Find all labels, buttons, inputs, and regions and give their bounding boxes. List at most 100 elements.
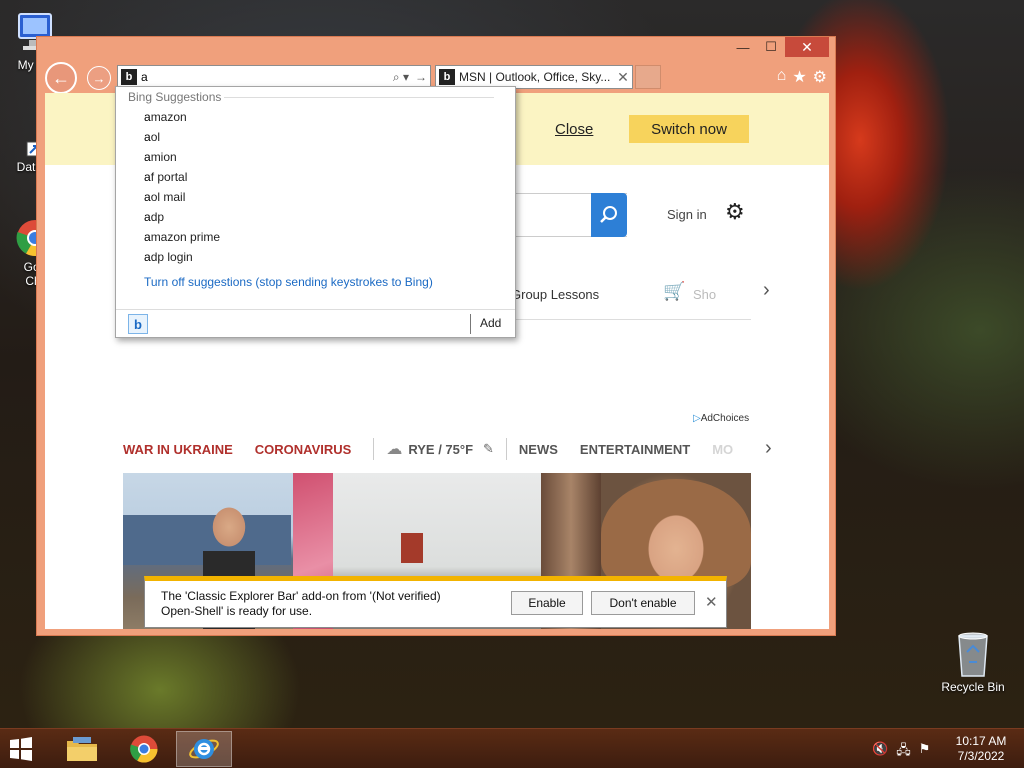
group-lessons-link[interactable]: Group Lessons	[511, 287, 599, 302]
suggestion-rest: mazon	[150, 110, 187, 124]
favorites-star-icon[interactable]: ★	[792, 67, 806, 87]
banner-close-link[interactable]: Close	[555, 121, 593, 138]
home-icon[interactable]: ⌂	[777, 67, 787, 87]
nav-news[interactable]: NEWS	[519, 442, 558, 457]
suggestion-item[interactable]: adp login	[144, 248, 193, 266]
nav-coronavirus[interactable]: CORONAVIRUS	[255, 442, 352, 457]
suggestion-item[interactable]: af portal	[144, 168, 187, 186]
divider	[470, 314, 471, 334]
suggestion-item[interactable]: amion	[144, 148, 177, 166]
bing-logo-icon: b	[121, 69, 137, 85]
new-tab-button[interactable]	[635, 65, 661, 89]
settings-gear-icon[interactable]: ⚙	[725, 199, 745, 225]
close-icon[interactable]: ✕	[705, 593, 718, 611]
arrow-left-icon: ←	[52, 67, 70, 88]
chevron-right-icon[interactable]: ›	[763, 279, 770, 302]
edit-pencil-icon[interactable]: ✎	[483, 441, 494, 457]
suggestion-match: a	[144, 130, 151, 144]
start-button[interactable]	[6, 735, 42, 763]
back-button[interactable]: ←	[45, 62, 77, 94]
suggestion-rest: f portal	[150, 170, 188, 184]
cloud-icon: ☁	[386, 441, 403, 458]
maximize-button[interactable]: ☐	[757, 37, 785, 57]
go-arrow-icon[interactable]: →	[412, 70, 430, 84]
nav-war-in-ukraine[interactable]: WAR IN UKRAINE	[123, 442, 233, 457]
suggestion-match: a	[144, 110, 151, 124]
enable-button[interactable]: Enable	[511, 591, 583, 615]
nav-separator	[373, 438, 375, 460]
taskbar-internet-explorer[interactable]	[176, 731, 232, 767]
clock-time: 10:17 AM	[955, 734, 1007, 748]
close-window-button[interactable]: ✕	[785, 37, 829, 57]
suggestion-rest: ol mail	[150, 190, 186, 204]
taskbar-file-explorer[interactable]	[54, 731, 110, 767]
windows-logo-icon	[10, 737, 32, 761]
sign-in-link[interactable]: Sign in	[667, 207, 707, 222]
action-center-flag-icon[interactable]: ⚑	[919, 741, 931, 763]
taskbar-chrome[interactable]	[116, 731, 172, 767]
bing-favicon-icon: b	[439, 69, 455, 85]
recycle-bin-icon	[958, 632, 988, 677]
volume-muted-icon[interactable]: 🔇	[872, 741, 888, 763]
system-tray: 🔇 🖧 ⚑	[872, 741, 930, 763]
chevron-right-icon[interactable]: ›	[765, 437, 772, 460]
suggestion-match: a	[144, 170, 151, 184]
nav-entertainment[interactable]: ENTERTAINMENT	[580, 442, 690, 457]
desktop-icon-label: Recycle Bin	[941, 680, 1005, 694]
nav-separator	[505, 438, 507, 460]
adchoices-label: AdChoices	[700, 413, 750, 424]
bing-provider-icon[interactable]: b	[128, 314, 148, 334]
addon-notification-bar: The 'Classic Explorer Bar' add-on from '…	[144, 576, 727, 628]
divider	[511, 319, 751, 320]
suggestion-item[interactable]: amazon	[144, 108, 187, 126]
dont-enable-button[interactable]: Don't enable	[591, 591, 695, 615]
clock-date: 7/3/2022	[957, 749, 1005, 763]
suggestion-match: a	[144, 190, 151, 204]
taskbar: 🔇 🖧 ⚑ 10:17 AM 7/3/2022	[0, 728, 1024, 768]
msn-nav-strip: WAR IN UKRAINE CORONAVIRUS ☁ RYE / 75°F …	[123, 437, 803, 461]
msn-search-button[interactable]	[591, 193, 627, 237]
suggestion-rest: dp login	[150, 250, 193, 264]
suggestion-item[interactable]: aol mail	[144, 188, 185, 206]
shopping-cart-icon[interactable]: 🛒	[663, 281, 685, 302]
suggestions-heading: Bing Suggestions	[128, 90, 222, 104]
suggestion-item[interactable]: aol	[144, 128, 160, 146]
turn-off-suggestions-link[interactable]: Turn off suggestions (stop sending keyst…	[144, 275, 433, 289]
forward-button[interactable]: →	[87, 66, 111, 90]
nav-more[interactable]: MO	[712, 442, 733, 457]
suggestion-match: a	[144, 250, 151, 264]
add-provider-button[interactable]: Add	[480, 316, 501, 330]
weather-widget[interactable]: ☁ RYE / 75°F ✎	[386, 439, 494, 459]
search-icon[interactable]: ⌕ ▾	[390, 70, 412, 85]
address-input[interactable]	[141, 67, 390, 87]
tab-close-icon[interactable]: ✕	[614, 69, 632, 86]
suggestion-rest: mazon prime	[150, 230, 221, 244]
suggestion-item[interactable]: amazon prime	[144, 228, 220, 246]
shop-link[interactable]: Sho	[693, 287, 716, 302]
desktop-icon-recycle-bin[interactable]: Recycle Bin	[938, 630, 1008, 694]
switch-now-button[interactable]: Switch now	[629, 115, 749, 143]
arrow-right-icon: →	[92, 70, 106, 86]
suggestions-dropdown: Bing Suggestions amazon aol amion af por…	[115, 86, 516, 338]
suggestion-rest: mion	[150, 150, 177, 164]
chrome-icon	[130, 735, 158, 763]
tools-gear-icon[interactable]: ⚙	[813, 67, 827, 87]
folder-icon	[67, 737, 97, 761]
internet-explorer-icon	[189, 739, 219, 759]
minimize-button[interactable]: —	[729, 37, 757, 57]
adchoices-icon: ▷	[693, 413, 701, 424]
suggestion-item[interactable]: adp	[144, 208, 164, 226]
suggestion-match: a	[144, 150, 151, 164]
weather-label: RYE / 75°F	[408, 441, 474, 457]
image-detail	[601, 479, 751, 589]
suggestions-footer: b Add	[116, 309, 515, 337]
adchoices-link[interactable]: ▷AdChoices	[693, 413, 749, 424]
clock[interactable]: 10:17 AM 7/3/2022	[950, 734, 1012, 764]
suggestion-match: a	[144, 230, 151, 244]
tab-title: MSN | Outlook, Office, Sky...	[459, 70, 611, 84]
network-icon[interactable]: 🖧	[896, 741, 911, 763]
suggestion-rest: ol	[150, 130, 161, 144]
window-controls: — ☐ ✕	[729, 37, 829, 57]
search-icon	[600, 206, 617, 223]
suggestion-rest: dp	[150, 210, 165, 224]
